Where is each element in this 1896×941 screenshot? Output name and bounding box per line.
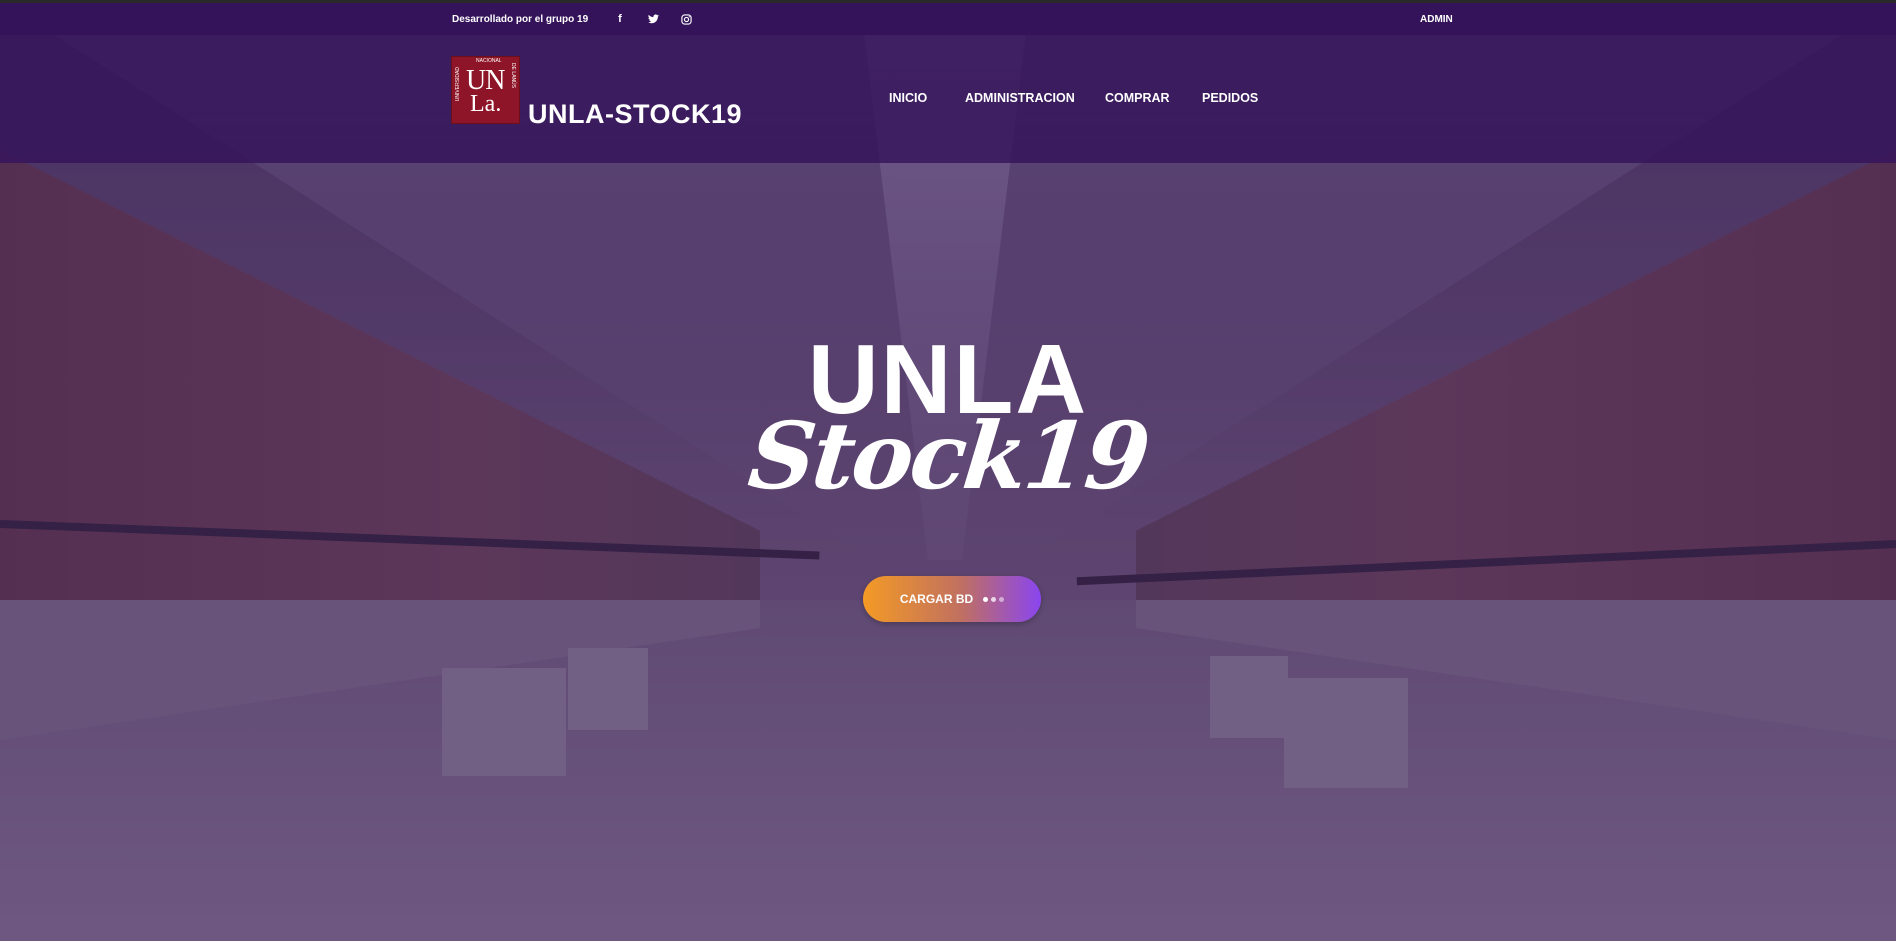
nav-comprar[interactable]: COMPRAR <box>1105 91 1170 105</box>
unla-logo[interactable]: UNIVERSIDAD NACIONAL DE LANÚS UN La. <box>452 57 519 123</box>
instagram-icon[interactable] <box>679 12 693 26</box>
loading-dots-icon <box>983 596 1005 602</box>
logo-text-left: UNIVERSIDAD <box>455 67 461 102</box>
load-db-button-label: CARGAR BD <box>899 592 974 606</box>
brand-name[interactable]: UNLA-STOCK19 <box>528 99 742 130</box>
nav-pedidos[interactable]: PEDIDOS <box>1202 91 1258 105</box>
hero-subtitle: Stock19 <box>743 402 1153 510</box>
top-bar: Desarrollado por el grupo 19 f ADMIN <box>0 0 1896 35</box>
site-header: UNIVERSIDAD NACIONAL DE LANÚS UN La. UNL… <box>0 35 1896 163</box>
logo-text-top: NACIONAL <box>476 58 502 64</box>
facebook-icon[interactable]: f <box>613 12 627 26</box>
nav-administracion[interactable]: ADMINISTRACION <box>965 91 1075 105</box>
twitter-icon[interactable] <box>646 12 660 26</box>
logo-text-right: DE LANÚS <box>510 63 516 89</box>
admin-user-link[interactable]: ADMIN <box>1420 14 1453 25</box>
credit-text: Desarrollado por el grupo 19 <box>452 14 589 25</box>
load-db-button[interactable]: CARGAR BD <box>863 576 1041 622</box>
logo-la: La. <box>470 91 502 117</box>
nav-inicio[interactable]: INICIO <box>889 91 927 105</box>
